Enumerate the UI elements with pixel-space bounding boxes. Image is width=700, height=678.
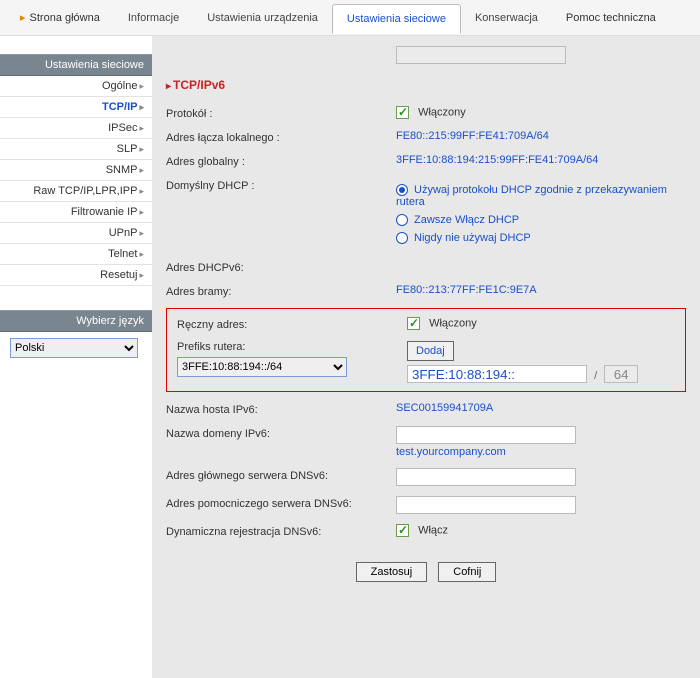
sidebar: Ustawienia sieciowe Ogólne▸ TCP/IP▸ IPSe… xyxy=(0,36,152,678)
sidebar-item-ipfilter[interactable]: Filtrowanie IP▸ xyxy=(0,202,152,223)
sidebar-title: Ustawienia sieciowe xyxy=(0,54,152,76)
sidebar-item-reset[interactable]: Resetuj▸ xyxy=(0,265,152,286)
gateway-label: Adres bramy: xyxy=(166,284,396,298)
apply-button[interactable]: Zastosuj xyxy=(356,562,428,582)
dhcp-label: Domyślny DHCP : xyxy=(166,178,396,192)
truncated-row xyxy=(166,46,686,64)
global-label: Adres globalny : xyxy=(166,154,396,168)
protocol-checkbox[interactable] xyxy=(396,106,409,119)
manual-checkbox[interactable] xyxy=(407,317,420,330)
sidebar-item-slp[interactable]: SLP▸ xyxy=(0,139,152,160)
slash-sep: / xyxy=(594,370,597,382)
sidebar-item-ipsec[interactable]: IPSec▸ xyxy=(0,118,152,139)
protocol-enabled-text: Włączony xyxy=(418,106,466,118)
add-button[interactable]: Dodaj xyxy=(407,341,454,361)
dhcp-opt-1[interactable]: Zawsze Włącz DHCP xyxy=(396,214,686,226)
sidebar-item-telnet[interactable]: Telnet▸ xyxy=(0,244,152,265)
dhcpv6addr-label: Adres DHCPv6: xyxy=(166,260,396,274)
linklocal-value: FE80::215:99FF:FE41:709A/64 xyxy=(396,130,686,142)
domainname-label: Nazwa domeny IPv6: xyxy=(166,426,396,440)
language-select[interactable]: Polski xyxy=(10,338,138,358)
dns2-input[interactable] xyxy=(396,496,576,514)
domainname-hint: test.yourcompany.com xyxy=(396,446,686,458)
nav-maintenance[interactable]: Konserwacja xyxy=(461,4,552,32)
prefix-input[interactable] xyxy=(407,365,587,383)
hostname-value: SEC00159941709A xyxy=(396,402,686,414)
undo-button[interactable]: Cofnij xyxy=(438,562,496,582)
dhcp-opt-0[interactable]: Używaj protokołu DHCP zgodnie z przekazy… xyxy=(396,184,686,208)
nav-support[interactable]: Pomoc techniczna xyxy=(552,4,670,32)
section-title: TCP/IPv6 xyxy=(166,78,686,92)
cidr-input[interactable] xyxy=(604,365,638,383)
prefix-label: Prefiks rutera: xyxy=(177,341,407,353)
domainname-input[interactable] xyxy=(396,426,576,444)
nav-network[interactable]: Ustawienia sieciowe xyxy=(332,4,461,34)
nav-info[interactable]: Informacje xyxy=(114,4,193,32)
ddns-checkbox[interactable] xyxy=(396,524,409,537)
top-nav: Strona główna Informacje Ustawienia urzą… xyxy=(0,0,700,36)
sidebar-item-upnp[interactable]: UPnP▸ xyxy=(0,223,152,244)
sidebar-lang-title: Wybierz język xyxy=(0,310,152,332)
truncated-input[interactable] xyxy=(396,46,566,64)
global-value: 3FFE:10:88:194:215:99FF:FE41:709A/64 xyxy=(396,154,686,166)
manual-label: Ręczny adres: xyxy=(177,317,407,331)
sidebar-item-tcpip[interactable]: TCP/IP▸ xyxy=(0,97,152,118)
sidebar-item-raw[interactable]: Raw TCP/IP,LPR,IPP▸ xyxy=(0,181,152,202)
ddns-label: Dynamiczna rejestracja DNSv6: xyxy=(166,524,396,538)
ddns-enabled-text: Włącz xyxy=(418,525,448,537)
radio-icon xyxy=(396,184,408,196)
dns2-label: Adres pomocniczego serwera DNSv6: xyxy=(166,496,396,510)
nav-home[interactable]: Strona główna xyxy=(6,3,114,32)
main-panel: TCP/IPv6 Protokół : Włączony Adres łącza… xyxy=(152,36,700,678)
dns1-label: Adres głównego serwera DNSv6: xyxy=(166,468,396,482)
hostname-label: Nazwa hosta IPv6: xyxy=(166,402,396,416)
dns1-input[interactable] xyxy=(396,468,576,486)
radio-icon xyxy=(396,214,408,226)
protocol-label: Protokół : xyxy=(166,106,396,120)
sidebar-item-general[interactable]: Ogólne▸ xyxy=(0,76,152,97)
linklocal-label: Adres łącza lokalnego : xyxy=(166,130,396,144)
manual-enabled-text: Włączony xyxy=(429,318,477,330)
gateway-value: FE80::213:77FF:FE1C:9E7A xyxy=(396,284,686,296)
prefix-select[interactable]: 3FFE:10:88:194::/64 xyxy=(177,357,347,377)
dhcp-opt-2[interactable]: Nigdy nie używaj DHCP xyxy=(396,232,686,244)
nav-device[interactable]: Ustawienia urządzenia xyxy=(193,4,332,32)
sidebar-item-snmp[interactable]: SNMP▸ xyxy=(0,160,152,181)
manual-address-box: Ręczny adres: Włączony Prefiks rutera: 3… xyxy=(166,308,686,392)
radio-icon xyxy=(396,232,408,244)
